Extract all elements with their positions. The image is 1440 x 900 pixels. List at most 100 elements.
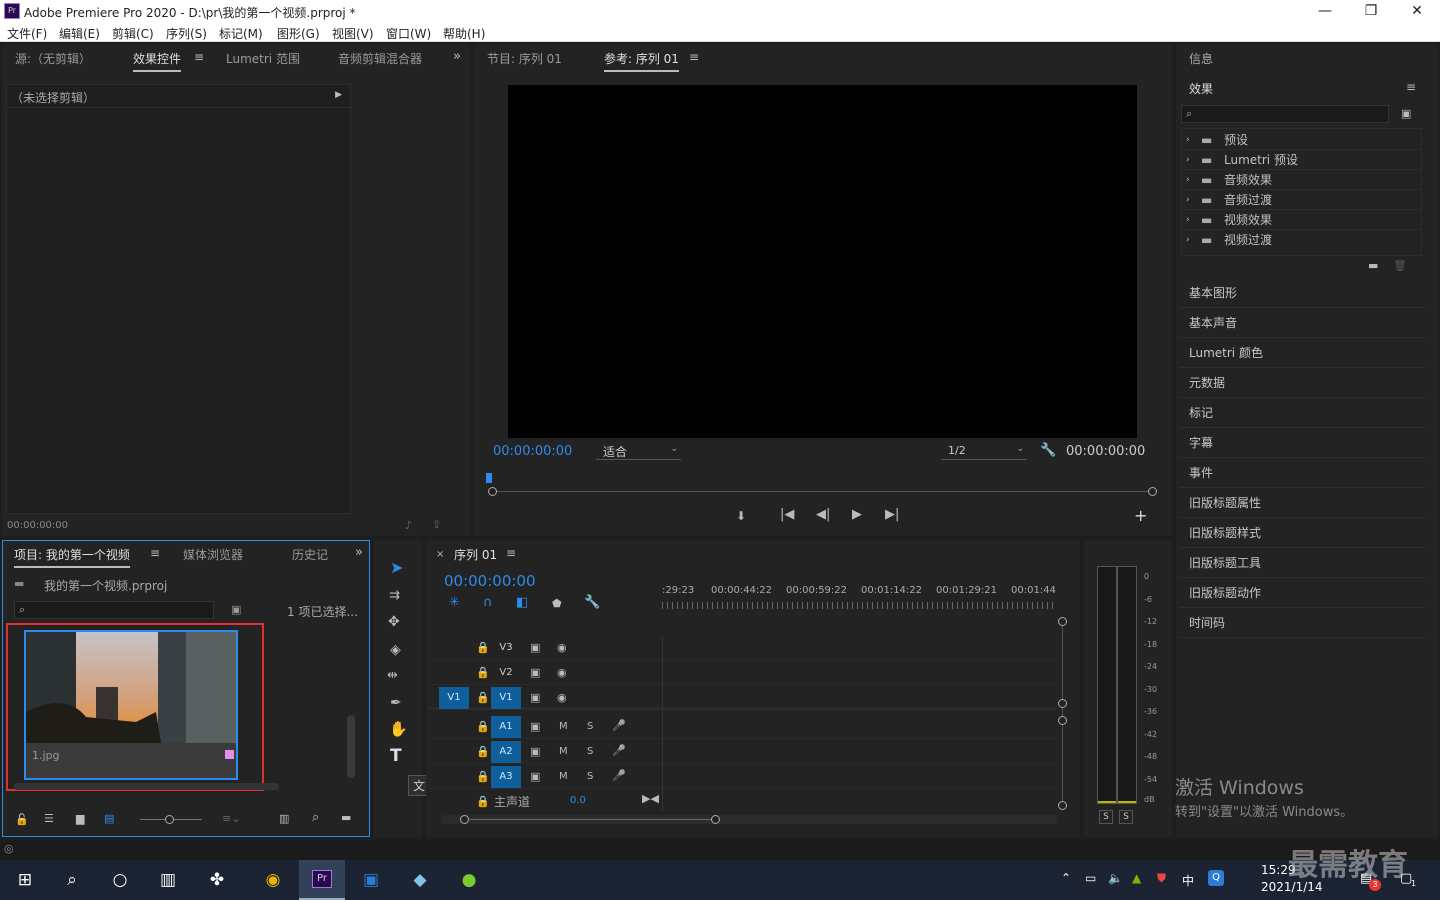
panel-legacy-title-styles[interactable]: 旧版标题样式: [1180, 519, 1426, 548]
effects-folder-video-effects[interactable]: › ▬ 视频效果: [1182, 210, 1422, 230]
nvidia-icon[interactable]: ▲: [1132, 871, 1141, 885]
microphone-icon[interactable]: 🎤: [612, 719, 626, 733]
watermelon-app-icon[interactable]: ●: [454, 866, 484, 894]
effects-panel-title[interactable]: 效果: [1189, 80, 1213, 97]
nest-icon[interactable]: ✳: [449, 596, 460, 610]
sort-icon[interactable]: ≡⌄: [222, 812, 240, 826]
panel-markers[interactable]: 标记: [1180, 399, 1426, 428]
menu-view[interactable]: 视图(V): [332, 25, 374, 42]
project-hscrollbar[interactable]: [14, 783, 279, 790]
start-icon[interactable]: ⊞: [10, 866, 40, 894]
tab-source[interactable]: 源:（无剪辑）: [15, 50, 91, 67]
track-label-a1[interactable]: A1: [491, 716, 521, 738]
sync-lock-icon[interactable]: ▣: [530, 641, 540, 655]
selection-tool-icon[interactable]: ➤: [390, 560, 403, 576]
panel-legacy-title-properties[interactable]: 旧版标题属性: [1180, 489, 1426, 518]
eye-icon[interactable]: ◉: [557, 691, 567, 705]
resolution-select[interactable]: 1/2 ⌄: [941, 443, 1027, 460]
expand-arrow-icon[interactable]: ▶: [335, 90, 342, 100]
playhead-marker[interactable]: [486, 473, 492, 483]
project-search-input[interactable]: ⌕: [14, 601, 214, 619]
lock-icon[interactable]: 🔒: [476, 770, 490, 784]
lock-icon[interactable]: 🔒: [476, 745, 490, 759]
bin-icon[interactable]: ▣: [231, 603, 241, 617]
volume-icon[interactable]: 🔈: [1108, 871, 1123, 885]
lock-icon[interactable]: 🔒: [476, 666, 490, 680]
menu-graphics[interactable]: 图形(G): [277, 25, 320, 42]
track-label-a3[interactable]: A3: [491, 766, 521, 788]
sync-lock-icon[interactable]: ▣: [530, 720, 540, 734]
hscroll-handle[interactable]: [711, 815, 720, 824]
new-folder-icon[interactable]: ▬: [1368, 259, 1378, 273]
panel-essential-sound[interactable]: 基本声音: [1180, 309, 1426, 338]
add-marker-icon[interactable]: ⬟: [552, 597, 562, 611]
automate-icon[interactable]: ▥: [279, 812, 289, 826]
tab-sequence[interactable]: 序列 01: [454, 546, 497, 563]
solo-right-button[interactable]: S: [1119, 810, 1133, 824]
mute-button[interactable]: M: [559, 720, 568, 734]
freeform-view-icon[interactable]: ▤: [104, 812, 114, 826]
timeline-vscroll[interactable]: [1062, 621, 1063, 807]
snap-icon[interactable]: ∩: [483, 596, 493, 610]
vscroll-handle[interactable]: [1058, 699, 1067, 708]
find-icon[interactable]: ⌕: [312, 811, 319, 825]
razor-tool-icon[interactable]: ◈: [390, 643, 401, 657]
master-volume-value[interactable]: 0.0: [570, 795, 586, 806]
tab-project[interactable]: 项目: 我的第一个视频: [14, 546, 130, 568]
menu-file[interactable]: 文件(F): [7, 25, 47, 42]
panel-lumetri-color[interactable]: Lumetri 颜色: [1180, 339, 1426, 368]
new-bin-icon[interactable]: ▬: [341, 811, 351, 825]
go-to-end-icon[interactable]: ▶◀: [642, 792, 659, 806]
effects-folder-audio-transitions[interactable]: › ▬ 音频过渡: [1182, 190, 1422, 210]
playhead-timecode[interactable]: 00:00:00:00: [493, 444, 572, 459]
tab-lumetri-scopes[interactable]: Lumetri 范围: [226, 50, 300, 67]
track-select-tool-icon[interactable]: ⇉: [389, 589, 400, 603]
menu-window[interactable]: 窗口(W): [386, 25, 431, 42]
hscroll-handle[interactable]: [460, 815, 469, 824]
effects-menu-icon[interactable]: ≡: [1406, 80, 1416, 94]
track-label-a2[interactable]: A2: [491, 741, 521, 763]
zoom-select[interactable]: 适合 ⌄: [596, 443, 681, 460]
program-scrub-bar[interactable]: [492, 491, 1153, 492]
app-pinwheel-icon[interactable]: ✤: [202, 866, 232, 894]
button-editor-plus-icon[interactable]: +: [1134, 508, 1147, 524]
info-panel-title[interactable]: 信息: [1189, 50, 1213, 67]
sequence-menu-icon[interactable]: ≡: [506, 546, 516, 560]
more-tabs-icon[interactable]: »: [453, 50, 461, 64]
solo-button[interactable]: S: [587, 770, 593, 784]
hand-tool-icon[interactable]: ✋: [389, 722, 408, 737]
list-view-icon[interactable]: ☰: [44, 812, 54, 826]
minimize-button[interactable]: —: [1302, 0, 1348, 22]
chrome-icon[interactable]: ◉: [258, 866, 288, 894]
tab-program[interactable]: 节目: 序列 01: [487, 50, 562, 67]
menu-marker[interactable]: 标记(M): [219, 25, 263, 42]
maximize-button[interactable]: ❐: [1348, 0, 1394, 22]
cortana-icon[interactable]: ○: [105, 866, 135, 894]
project-menu-icon[interactable]: ≡: [150, 546, 160, 560]
effects-folder-audio-effects[interactable]: › ▬ 音频效果: [1182, 170, 1422, 190]
project-vscrollbar[interactable]: [347, 715, 355, 778]
panel-essential-graphics[interactable]: 基本图形: [1180, 279, 1426, 308]
pen-tool-icon[interactable]: ✒: [390, 696, 402, 710]
linked-selection-icon[interactable]: ◧: [516, 596, 528, 610]
tab-effect-controls[interactable]: 效果控件: [133, 50, 182, 72]
timeline-settings-icon[interactable]: 🔧: [584, 596, 600, 610]
scrub-start-handle[interactable]: [488, 487, 497, 496]
scrub-end-handle[interactable]: [1148, 487, 1157, 496]
zoom-slider[interactable]: [140, 815, 202, 824]
close-button[interactable]: ✕: [1394, 0, 1440, 22]
timeline-hscroll[interactable]: [441, 815, 1057, 824]
task-view-icon[interactable]: ▥: [153, 866, 183, 894]
effects-folder-presets[interactable]: › ▬ 预设: [1182, 130, 1422, 150]
solo-button[interactable]: S: [587, 720, 593, 734]
sync-lock-icon[interactable]: ▣: [530, 770, 540, 784]
vscroll-handle[interactable]: [1058, 801, 1067, 810]
security-icon[interactable]: ⛊: [1157, 871, 1166, 886]
lock-icon[interactable]: 🔒: [476, 691, 490, 705]
go-to-out-icon[interactable]: ▶|: [885, 508, 899, 522]
menu-clip[interactable]: 剪辑(C): [112, 25, 154, 42]
lock-icon[interactable]: 🔒: [476, 641, 490, 655]
tab-audio-clip-mixer[interactable]: 音频剪辑混合器: [338, 50, 422, 67]
close-sequence-icon[interactable]: ×: [436, 548, 444, 562]
tray-chevron-icon[interactable]: ⌃: [1061, 871, 1071, 885]
